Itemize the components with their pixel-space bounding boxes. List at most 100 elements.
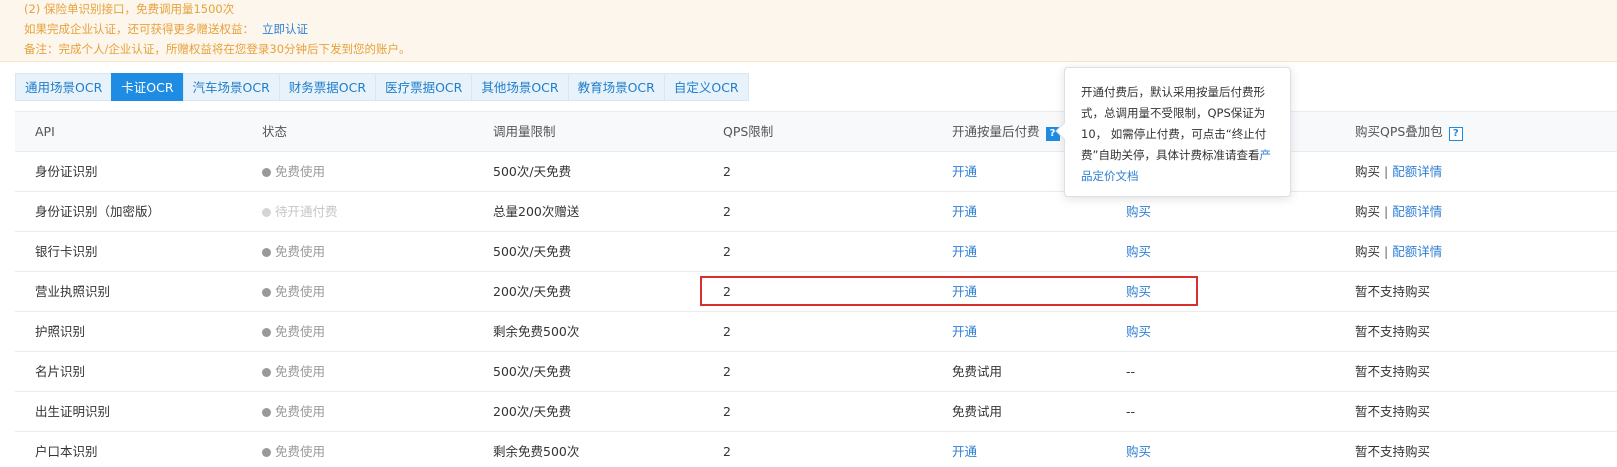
buy-link[interactable]: 购买 — [1126, 272, 1151, 311]
qps-pack-cell: 购买 | 配额详情 — [1355, 152, 1442, 191]
tab-finance-ocr[interactable]: 财务票据OCR — [278, 73, 376, 101]
header-qps-pack: 购买QPS叠加包? — [1355, 112, 1463, 151]
tooltip-text: 开通付费后，默认采用按量后付费形式，总调用量不受限制，QPS保证为10， 如需停… — [1081, 85, 1267, 162]
call-limit: 500次/天免费 — [493, 364, 572, 379]
postpay-tooltip: 开通付费后，默认采用按量后付费形式，总调用量不受限制，QPS保证为10， 如需停… — [1055, 67, 1291, 197]
table-row: 身份证识别（加密版） 待开通付费 总量200次赠送 2 开通 购买 购买 | 配额详情 — [15, 192, 1617, 232]
status-cell: 免费使用 — [262, 232, 325, 271]
status-dot — [262, 208, 271, 217]
api-name: 户口本识别 — [35, 444, 98, 459]
status-cell: 免费使用 — [262, 312, 325, 351]
status-text: 免费使用 — [275, 284, 326, 299]
call-limit: 500次/天免费 — [493, 244, 572, 259]
qps-limit: 2 — [723, 164, 731, 179]
status-text: 免费使用 — [275, 444, 326, 459]
qps-pack-unsupported: 暂不支持购买 — [1355, 444, 1431, 459]
table-row: 护照识别 免费使用 剩余免费500次 2 开通 购买 暂不支持购买 — [15, 312, 1617, 352]
notice-line-2-text: 如果完成企业认证，还可获得更多赠送权益： — [24, 22, 254, 36]
enable-postpay-link[interactable]: 开通 — [952, 152, 977, 191]
status-cell: 免费使用 — [262, 352, 325, 391]
quota-detail-link[interactable]: 配额详情 — [1392, 164, 1442, 179]
enable-postpay-link[interactable]: 开通 — [952, 232, 977, 271]
status-text: 免费使用 — [275, 404, 326, 419]
api-table: API 状态 调用量限制 QPS限制 开通按量后付费? 购买QPS叠加包? 身份… — [15, 111, 1617, 467]
ocr-category-tabs: 通用场景OCR 卡证OCR 汽车场景OCR 财务票据OCR 医疗票据OCR 其他… — [15, 73, 749, 101]
quota-detail-link[interactable]: 配额详情 — [1392, 204, 1442, 219]
qps-pack-cell: 购买 | 配额详情 — [1355, 232, 1442, 271]
api-name: 银行卡识别 — [35, 244, 98, 259]
status-text: 免费使用 — [275, 364, 326, 379]
header-postpay-label: 开通按量后付费 — [952, 124, 1040, 139]
status-dot — [262, 168, 271, 177]
qps-pack-unsupported: 暂不支持购买 — [1355, 284, 1431, 299]
qps-limit: 2 — [723, 244, 731, 259]
api-name: 名片识别 — [35, 364, 86, 379]
status-cell: 免费使用 — [262, 432, 325, 467]
buy-unavailable: -- — [1126, 404, 1136, 419]
table-row: 营业执照识别 免费使用 200次/天免费 2 开通 购买 暂不支持购买 — [15, 272, 1617, 312]
qps-limit: 2 — [723, 444, 731, 459]
table-row: 出生证明识别 免费使用 200次/天免费 2 免费试用 -- 暂不支持购买 — [15, 392, 1617, 432]
free-trial-text: 免费试用 — [952, 364, 1003, 379]
enable-postpay-link[interactable]: 开通 — [952, 432, 977, 467]
buy-link[interactable]: 购买 — [1126, 232, 1151, 271]
api-name: 出生证明识别 — [35, 404, 111, 419]
header-status: 状态 — [262, 124, 288, 139]
tab-other-ocr[interactable]: 其他场景OCR — [471, 73, 568, 101]
buy-qps-pack-link[interactable]: 购买 — [1355, 164, 1380, 179]
enable-postpay-link[interactable]: 开通 — [952, 272, 977, 311]
tab-education-ocr[interactable]: 教育场景OCR — [567, 73, 664, 101]
buy-qps-pack-link[interactable]: 购买 — [1355, 244, 1380, 259]
buy-link[interactable]: 购买 — [1126, 432, 1151, 467]
qps-pack-unsupported: 暂不支持购买 — [1355, 404, 1431, 419]
call-limit: 500次/天免费 — [493, 164, 572, 179]
notice-banner: (2) 保险单识别接口，免费调用量1500次 如果完成企业认证，还可获得更多赠送… — [0, 0, 1617, 62]
qps-limit: 2 — [723, 404, 731, 419]
api-name: 身份证识别 — [35, 164, 98, 179]
status-text: 免费使用 — [275, 164, 326, 179]
free-trial-text: 免费试用 — [952, 404, 1003, 419]
status-dot — [262, 448, 271, 457]
status-dot — [262, 288, 271, 297]
header-api: API — [35, 124, 55, 139]
header-call-limit: 调用量限制 — [493, 124, 556, 139]
qps-limit: 2 — [723, 204, 731, 219]
status-dot — [262, 328, 271, 337]
quota-detail-link[interactable]: 配额详情 — [1392, 244, 1442, 259]
qps-pack-unsupported: 暂不支持购买 — [1355, 364, 1431, 379]
status-text: 待开通付费 — [275, 204, 338, 219]
status-dot — [262, 408, 271, 417]
tab-custom-ocr[interactable]: 自定义OCR — [663, 73, 749, 101]
enable-postpay-link[interactable]: 开通 — [952, 192, 977, 231]
notice-line-2: 如果完成企业认证，还可获得更多赠送权益： 立即认证 — [24, 21, 308, 37]
qps-pack-help-icon[interactable]: ? — [1448, 127, 1463, 141]
notice-line-3: 备注：完成个人/企业认证，所赠权益将在您登录30分钟后下发到您的账户。 — [24, 42, 411, 56]
status-cell: 免费使用 — [262, 272, 325, 311]
table-row: 银行卡识别 免费使用 500次/天免费 2 开通 购买 购买 | 配额详情 — [15, 232, 1617, 272]
header-qps-pack-label: 购买QPS叠加包 — [1355, 124, 1443, 139]
status-text: 免费使用 — [275, 324, 326, 339]
qps-limit: 2 — [723, 364, 731, 379]
buy-qps-pack-link[interactable]: 购买 — [1355, 204, 1380, 219]
tab-general-ocr[interactable]: 通用场景OCR — [15, 73, 112, 101]
status-dot — [262, 368, 271, 377]
header-qps-limit: QPS限制 — [723, 124, 774, 139]
api-name: 营业执照识别 — [35, 284, 111, 299]
tab-card-ocr[interactable]: 卡证OCR — [111, 73, 183, 101]
call-limit: 剩余免费500次 — [493, 444, 580, 459]
status-text: 免费使用 — [275, 244, 326, 259]
buy-link[interactable]: 购买 — [1126, 192, 1151, 231]
tab-medical-ocr[interactable]: 医疗票据OCR — [375, 73, 472, 101]
enable-postpay-link[interactable]: 开通 — [952, 312, 977, 351]
status-cell: 免费使用 — [262, 152, 325, 191]
separator: | — [1384, 164, 1389, 179]
header-postpay: 开通按量后付费? — [952, 112, 1060, 151]
buy-link[interactable]: 购买 — [1126, 312, 1151, 351]
api-name: 身份证识别（加密版） — [35, 204, 161, 219]
table-row: 户口本识别 免费使用 剩余免费500次 2 开通 购买 暂不支持购买 — [15, 432, 1617, 467]
qps-pack-cell: 购买 | 配额详情 — [1355, 192, 1442, 231]
call-limit: 总量200次赠送 — [493, 204, 580, 219]
separator: | — [1384, 204, 1389, 219]
verify-now-link[interactable]: 立即认证 — [262, 22, 308, 36]
tab-vehicle-ocr[interactable]: 汽车场景OCR — [182, 73, 279, 101]
